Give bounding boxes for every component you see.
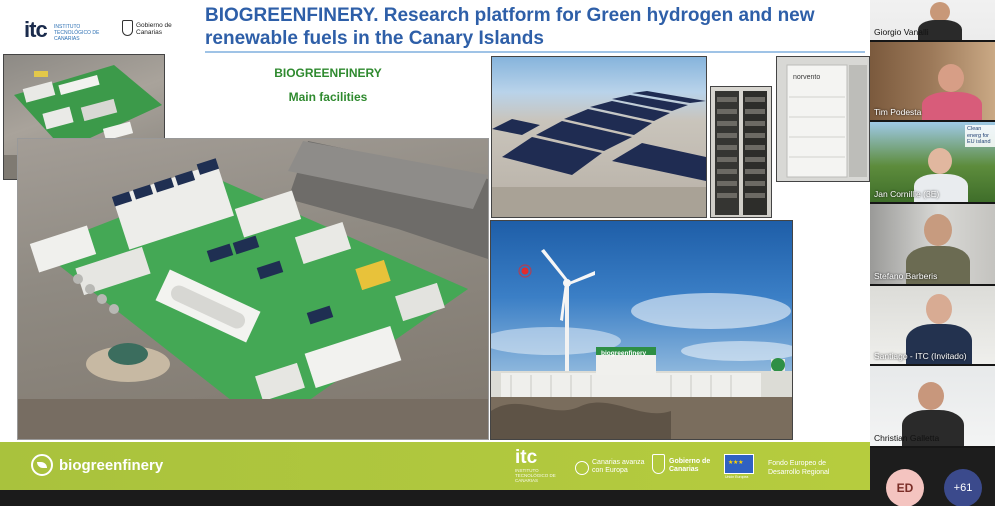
plant-aerial-main-photo [17,138,489,440]
participant-name: Tim Podesta [874,107,922,117]
background-overlay-text: Clean energ for EU island [965,125,995,147]
slide-subtitle-facilities: Main facilities [288,90,368,104]
participant-video [928,148,952,174]
footer-itc-subtext: INSTITUTO TECNOLÓGICO DE CANARIAS [515,468,556,483]
footer-coat-of-arms-icon [652,454,665,474]
participant-name: Jan Cornillie (3E) [874,189,940,199]
participant-name: Stefano Barberis [874,271,938,281]
participant-tile[interactable]: Tim Podesta [870,42,995,122]
battery-racks-illustration [715,91,767,215]
leaf-icon [31,454,53,476]
participant-avatar[interactable]: ED [886,469,924,506]
more-participants-button[interactable]: +61 [944,469,982,506]
participant-tile[interactable]: Santiago - ITC (Invitado) [870,286,995,366]
itc-logo: itc INSTITUTO TECNOLÓGICO DE CANARIAS [24,17,116,43]
participant-tile[interactable]: Giorgio Vanalli [870,0,995,42]
solar-field-illustration [492,91,706,217]
participant-tile[interactable]: Christian Galletta [870,366,995,448]
itc-logo-subtext: INSTITUTO TECNOLÓGICO DE CANARIAS [54,24,100,42]
container-brand-label: biogreenfinery [601,350,647,357]
participants-panel: Giorgio Vanalli Tim Podesta Clean energ … [870,0,995,506]
participant-tile[interactable]: Stefano Barberis [870,204,995,286]
participant-video [918,382,944,410]
biogreenfinery-logo: biogreenfinery [31,454,181,478]
participant-body [922,92,982,120]
wind-turbine-illustration: biogreenfinery [491,249,792,439]
participant-tile[interactable]: Clean energ for EU island Jan Cornillie … [870,122,995,204]
coat-of-arms-icon [122,20,133,36]
cabinet-illustration: norvento [777,57,869,181]
gobierno-canarias-logo: Gobierno de Canarias [122,20,172,42]
solar-field-photo [491,56,707,218]
canarias-avanza-text: Canarias avanza con Europa [592,459,645,474]
itc-logo-mark: itc [24,17,48,42]
eu-text: Unión Europea [725,475,749,479]
participant-video [924,214,952,246]
cabinet-brand-label: norvento [793,74,820,81]
eu-logo: Unión Europea [724,454,754,479]
biogreenfinery-wordmark: biogreenfinery [59,457,164,474]
electrolyzer-cabinet-photo: norvento [776,56,870,182]
participant-name: Santiago - ITC (Invitado) [874,351,967,361]
slide-title: BIOGREENFINERY. Research platform for Gr… [205,5,815,49]
slide-footer-band: biogreenfinery itc INSTITUTO TECNOLÓGICO… [0,442,870,490]
wind-turbine-photo: biogreenfinery [490,220,793,440]
participant-video [938,64,964,92]
canarias-avanza-logo: Canarias avanza con Europa [575,459,645,485]
participant-video [926,294,952,324]
shared-slide: itc INSTITUTO TECNOLÓGICO DE CANARIAS Go… [0,0,870,490]
participant-name: Christian Galletta [874,433,940,443]
footer-gobierno-text: Gobierno de Canarias [669,458,711,473]
footer-gobierno-logo: Gobierno de Canarias [652,454,714,482]
eu-flag-icon [724,454,754,474]
slide-subtitle-project: BIOGREENFINERY [274,66,382,80]
participant-video [930,2,950,22]
fondo-europeo-text: Fondo Europeo de Desarrollo Regional [768,460,830,476]
title-divider [205,51,865,53]
footer-itc-logo: itc INSTITUTO TECNOLÓGICO DE CANARIAS [515,448,565,484]
gobierno-logo-text: Gobierno de Canarias [136,22,172,36]
battery-racks-photo [710,86,772,218]
meeting-window: itc INSTITUTO TECNOLÓGICO DE CANARIAS Go… [0,0,995,506]
plant-main-illustration [18,141,488,439]
canarias-swirl-icon [575,461,589,475]
footer-itc-mark: itc [515,447,538,468]
participant-name: Giorgio Vanalli [874,27,929,37]
